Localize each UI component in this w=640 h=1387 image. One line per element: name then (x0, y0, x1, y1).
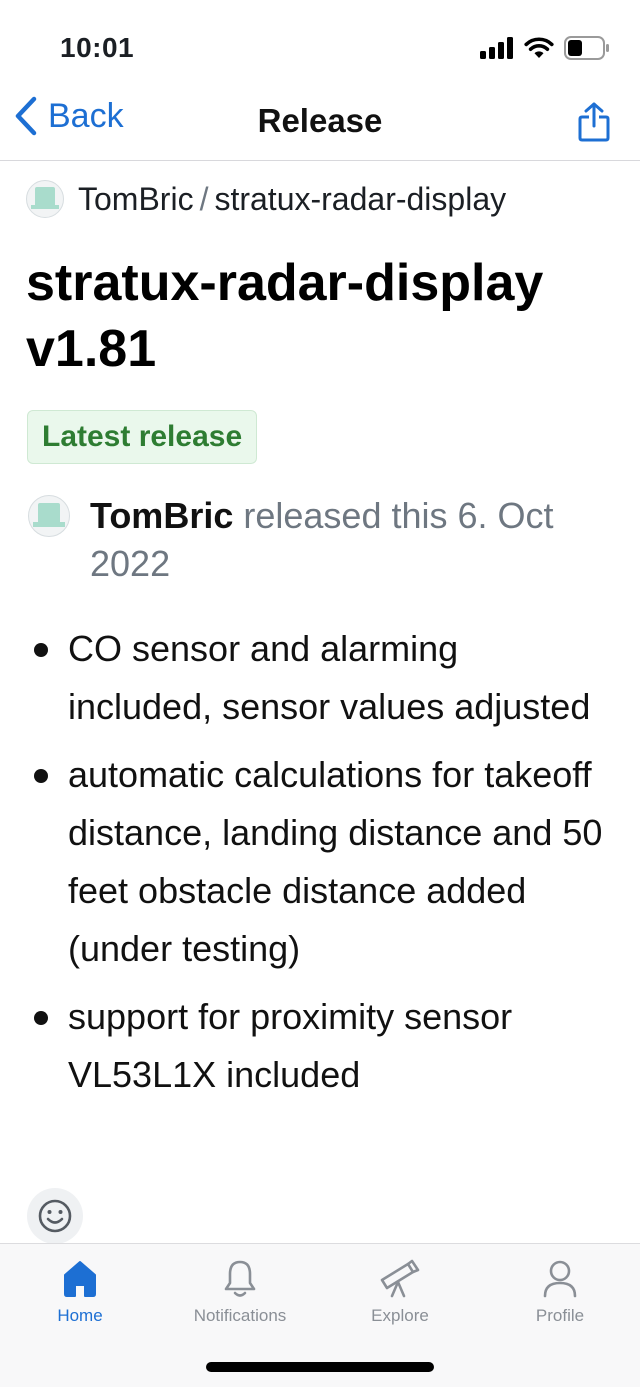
share-button[interactable] (578, 102, 610, 147)
battery-icon (564, 36, 609, 60)
breadcrumb-repo[interactable]: stratux-radar-display (214, 181, 506, 218)
home-icon (64, 1261, 96, 1297)
release-notes: CO sensor and alarming included, sensor … (26, 620, 606, 1114)
tab-explore-label: Explore (371, 1306, 429, 1325)
breadcrumb: TomBric / stratux-radar-display (26, 180, 506, 218)
tab-profile-label: Profile (535, 1306, 585, 1325)
breadcrumb-owner[interactable]: TomBric (78, 181, 194, 218)
release-note-item: automatic calculations for takeoff dista… (26, 746, 606, 978)
author-name[interactable]: TomBric (90, 495, 233, 536)
status-icons (480, 36, 610, 60)
bell-icon (224, 1260, 256, 1297)
add-reaction-button[interactable] (27, 1188, 83, 1244)
share-icon (578, 102, 610, 142)
release-note-item: support for proximity sensor VL53L1X inc… (26, 988, 606, 1104)
author-avatar[interactable] (28, 495, 70, 537)
owner-avatar[interactable] (26, 180, 64, 218)
breadcrumb-separator: / (199, 180, 209, 217)
author-text: TomBric released this 6. Oct 2022 (90, 492, 590, 588)
person-icon (543, 1260, 577, 1298)
release-note-item: CO sensor and alarming included, sensor … (26, 620, 606, 736)
tab-notifications[interactable]: Notifications (160, 1256, 320, 1326)
status-time: 10:01 (60, 32, 135, 63)
tab-home[interactable]: Home (0, 1256, 160, 1326)
wifi-icon (524, 37, 554, 58)
release-title: stratux-radar-display v1.81 (26, 254, 544, 378)
signal-icon (480, 37, 513, 59)
nav-bar: Back Release (0, 84, 640, 161)
tab-notifications-label: Notifications (193, 1306, 287, 1325)
latest-release-badge: Latest release (27, 410, 258, 464)
smiley-icon (38, 1199, 72, 1233)
home-indicator (206, 1362, 434, 1372)
telescope-icon (380, 1259, 420, 1298)
tab-profile[interactable]: Profile (480, 1256, 640, 1326)
nav-title: Release (257, 102, 383, 139)
tab-home-label: Home (57, 1306, 103, 1325)
tab-explore[interactable]: Explore (320, 1256, 480, 1326)
